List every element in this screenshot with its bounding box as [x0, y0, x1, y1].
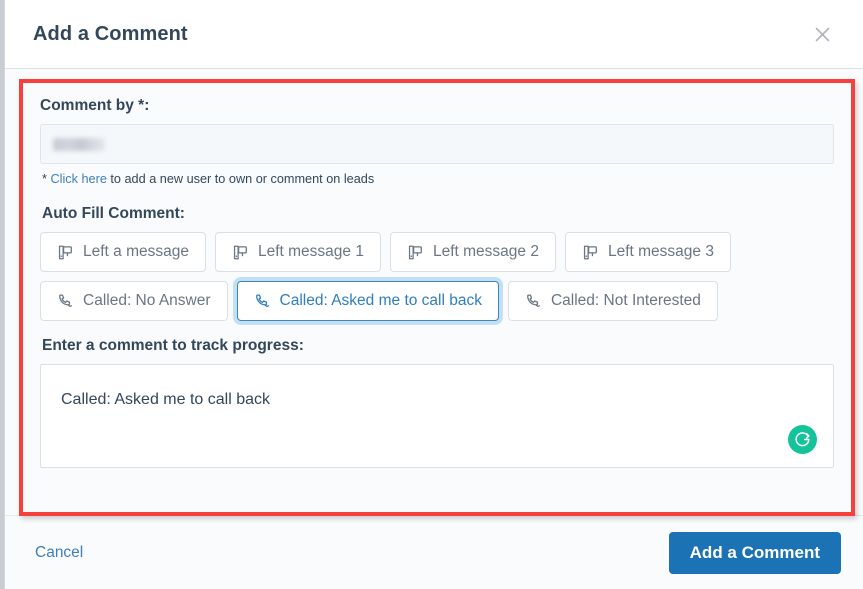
message-icon [57, 244, 74, 261]
autofill-chip-label: Left message 1 [258, 243, 364, 261]
annotation-highlight-box: Comment by *: * Click here to add a new … [19, 79, 855, 516]
dialog-footer: Cancel Add a Comment [5, 515, 863, 589]
phone-icon [525, 293, 542, 310]
close-icon[interactable] [807, 19, 837, 49]
autofill-row-calls: Called: No Answer Called: Asked me to ca… [40, 281, 834, 321]
autofill-chip-label: Left message 3 [608, 243, 714, 261]
comment-textarea[interactable]: Called: Asked me to call back [40, 364, 834, 468]
autofill-chip-called-not-interested[interactable]: Called: Not Interested [508, 281, 718, 321]
autofill-chip-label: Called: Asked me to call back [280, 292, 482, 310]
autofill-chip-called-asked-me-to-call-back[interactable]: Called: Asked me to call back [237, 281, 499, 321]
autofill-chip-label: Called: No Answer [83, 292, 211, 310]
phone-icon [57, 293, 74, 310]
comment-textarea-value: Called: Asked me to call back [61, 391, 270, 409]
cancel-button[interactable]: Cancel [35, 544, 669, 562]
redacted-owner-value [53, 138, 105, 151]
add-comment-dialog: Add a Comment Comment by *: * Click here… [4, 0, 863, 589]
autofill-chip-label: Called: Not Interested [551, 292, 701, 310]
add-comment-submit-button[interactable]: Add a Comment [669, 532, 841, 574]
message-icon [232, 244, 249, 261]
autofill-chip-called-no-answer[interactable]: Called: No Answer [40, 281, 228, 321]
auto-fill-comment-label: Auto Fill Comment: [42, 205, 834, 223]
phone-icon [254, 293, 271, 310]
message-icon [407, 244, 424, 261]
dialog-body: Comment by *: * Click here to add a new … [5, 69, 863, 515]
autofill-chip-label: Left a message [83, 243, 189, 261]
autofill-chip-left-a-message[interactable]: Left a message [40, 232, 206, 272]
comment-by-label: Comment by *: [40, 97, 834, 115]
dialog-header: Add a Comment [5, 0, 863, 69]
message-icon [582, 244, 599, 261]
comment-textarea-label: Enter a comment to track progress: [42, 337, 834, 355]
add-user-hint: * Click here to add a new user to own or… [42, 172, 834, 186]
comment-by-input[interactable] [40, 124, 834, 164]
autofill-chip-label: Left message 2 [433, 243, 539, 261]
autofill-chip-left-message-1[interactable]: Left message 1 [215, 232, 381, 272]
hint-suffix: to add a new user to own or comment on l… [107, 172, 374, 186]
page-title: Add a Comment [33, 23, 807, 46]
autofill-row-messages: Left a message Left message 1 [40, 232, 834, 272]
autofill-chip-left-message-2[interactable]: Left message 2 [390, 232, 556, 272]
grammarly-icon[interactable] [788, 425, 817, 454]
click-here-link[interactable]: Click here [50, 172, 106, 186]
autofill-chip-left-message-3[interactable]: Left message 3 [565, 232, 731, 272]
